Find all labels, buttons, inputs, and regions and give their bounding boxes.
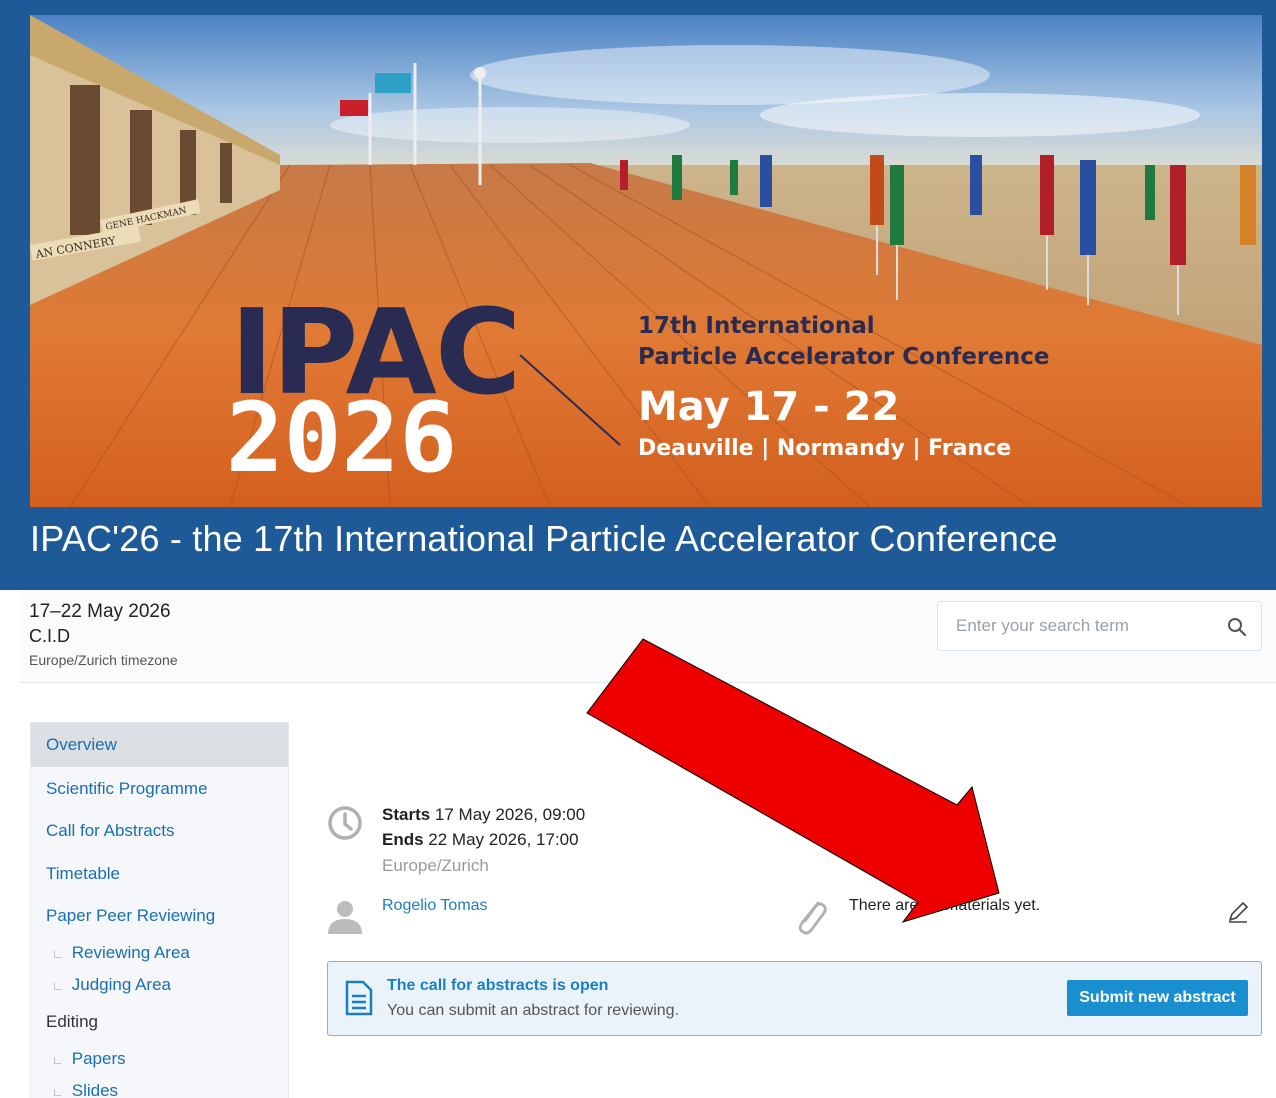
banner-location: Deauville | Normandy | France	[638, 436, 1011, 461]
sidebar-item-judging-area[interactable]: ∟ Judging Area	[52, 975, 171, 995]
sidebar-item-reviewing-area[interactable]: ∟ Reviewing Area	[52, 943, 190, 963]
submit-abstract-button[interactable]: Submit new abstract	[1067, 980, 1248, 1016]
sidebar-menu: Overview Scientific Programme Call for A…	[30, 722, 289, 1098]
materials-status: There are no materials yet.	[849, 897, 1041, 914]
branch-icon: ∟	[52, 979, 64, 993]
sidebar-item-scientific-programme[interactable]: Scientific Programme	[46, 779, 208, 799]
conference-banner: AN CONNERY GENE HACKMAN IPAC 2026 17th I…	[30, 15, 1262, 507]
search-box	[937, 601, 1262, 651]
sidebar-item-papers[interactable]: ∟ Papers	[52, 1049, 126, 1069]
search-input[interactable]	[956, 616, 1196, 636]
sidebar-item-label: Papers	[71, 1049, 126, 1068]
event-tz: Europe/Zurich	[382, 856, 489, 875]
chairperson-link[interactable]: Rogelio Tomas	[382, 897, 488, 915]
sidebar-item-editing: Editing	[46, 1012, 98, 1031]
sidebar-item-call-for-abstracts[interactable]: Call for Abstracts	[46, 821, 175, 841]
banner-image: AN CONNERY GENE HACKMAN IPAC 2026 17th I…	[30, 15, 1262, 507]
document-icon	[345, 980, 373, 1016]
sidebar-item-timetable[interactable]: Timetable	[46, 864, 120, 884]
cfa-title: The call for abstracts is open	[387, 977, 609, 994]
banner-dates: May 17 - 22	[638, 384, 899, 430]
sidebar-item-overview[interactable]: Overview	[46, 735, 117, 755]
banner-subtitle-2: Particle Accelerator Conference	[638, 344, 1049, 370]
page-title: IPAC'26 - the 17th International Particl…	[30, 518, 1058, 559]
event-start: Starts 17 May 2026, 09:00	[382, 805, 585, 825]
edit-icon[interactable]	[1226, 900, 1250, 924]
cfa-description: You can submit an abstract for reviewing…	[387, 1002, 680, 1019]
sidebar-item-slides[interactable]: ∟ Slides	[52, 1081, 118, 1098]
branch-icon: ∟	[52, 1053, 64, 1067]
banner-subtitle-1: 17th International	[638, 313, 875, 339]
starts-value: 17 May 2026, 09:00	[434, 805, 586, 824]
event-end: Ends 22 May 2026, 17:00	[382, 830, 579, 850]
logo-year: 2026	[226, 382, 457, 494]
header-band: AN CONNERY GENE HACKMAN IPAC 2026 17th I…	[0, 0, 1276, 590]
event-date-range: 17–22 May 2026	[29, 601, 171, 622]
event-venue: C.I.D	[29, 626, 71, 646]
ends-value: 22 May 2026, 17:00	[428, 830, 579, 849]
ends-label: Ends	[382, 830, 424, 849]
branch-icon: ∟	[52, 1085, 64, 1098]
sidebar-item-paper-peer-reviewing[interactable]: Paper Peer Reviewing	[46, 906, 215, 926]
sidebar-item-label: Slides	[71, 1081, 119, 1098]
starts-label: Starts	[382, 805, 431, 824]
person-icon	[328, 901, 362, 934]
call-for-abstracts-banner: The call for abstracts is open You can s…	[327, 961, 1262, 1036]
clock-icon	[328, 806, 362, 840]
sidebar-item-label: Reviewing Area	[71, 943, 190, 962]
paperclip-icon	[798, 901, 827, 935]
sidebar-item-label: Judging Area	[71, 975, 171, 994]
event-timezone: Europe/Zurich timezone	[29, 652, 178, 668]
search-icon[interactable]	[1227, 617, 1247, 637]
branch-icon: ∟	[52, 947, 64, 961]
event-info-bar: 17–22 May 2026 C.I.D Europe/Zurich timez…	[20, 590, 1276, 683]
